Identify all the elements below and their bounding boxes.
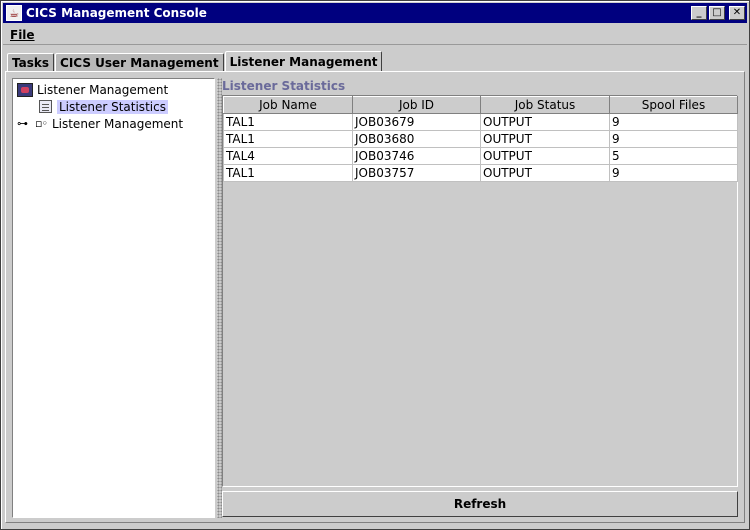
document-icon: [39, 100, 52, 113]
column-header-spool-files[interactable]: Spool Files: [609, 96, 738, 114]
close-icon[interactable]: ✕: [729, 6, 745, 20]
tree-item-listener-management[interactable]: ⊶ ▫◦ Listener Management: [17, 115, 183, 132]
statistics-table-viewport: Job Name Job ID Job Status Spool Files T…: [222, 95, 738, 487]
console-icon: [17, 82, 33, 97]
app-window: ☕ CICS Management Console _ □ ✕ File Tas…: [0, 0, 750, 530]
tree-item-label: Listener Management: [51, 116, 184, 131]
cell-spool-files[interactable]: 9: [609, 113, 738, 131]
refresh-button[interactable]: Refresh: [222, 491, 738, 517]
window-controls: _ □ ✕: [691, 6, 745, 20]
cell-job-status[interactable]: OUTPUT: [480, 130, 610, 148]
column-header-job-status[interactable]: Job Status: [480, 96, 610, 114]
cell-job-id[interactable]: JOB03757: [352, 164, 481, 182]
cell-job-status[interactable]: OUTPUT: [480, 164, 610, 182]
cell-spool-files[interactable]: 9: [609, 164, 738, 182]
maximize-icon[interactable]: □: [709, 6, 725, 20]
table-row[interactable]: TAL1 JOB03757 OUTPUT 9: [223, 164, 738, 182]
cell-spool-files[interactable]: 9: [609, 130, 738, 148]
cell-job-name[interactable]: TAL1: [223, 164, 353, 182]
column-header-job-id[interactable]: Job ID: [352, 96, 481, 114]
section-title: Listener Statistics: [222, 79, 346, 93]
minimize-icon[interactable]: _: [691, 6, 707, 20]
statistics-table: Job Name Job ID Job Status Spool Files T…: [223, 96, 738, 182]
network-node-icon: ▫◦: [35, 117, 48, 130]
navigation-tree[interactable]: Listener Management Listener Statistics …: [12, 78, 215, 518]
cell-job-status[interactable]: OUTPUT: [480, 113, 610, 131]
tree-root-label: Listener Management: [37, 82, 169, 97]
column-header-job-name[interactable]: Job Name: [223, 96, 353, 114]
tree-item-listener-statistics[interactable]: Listener Statistics: [39, 98, 168, 115]
tab-cics-user-management[interactable]: CICS User Management: [55, 53, 224, 72]
tree-item-label: Listener Statistics: [57, 99, 168, 114]
cell-job-id[interactable]: JOB03679: [352, 113, 481, 131]
tree-root[interactable]: Listener Management: [17, 81, 168, 98]
title-bar[interactable]: ☕ CICS Management Console _ □ ✕: [3, 3, 747, 23]
table-row[interactable]: TAL4 JOB03746 OUTPUT 5: [223, 147, 738, 165]
tab-tasks[interactable]: Tasks: [7, 53, 55, 72]
tab-panel: Listener Management Listener Statistics …: [5, 71, 745, 523]
cell-job-name[interactable]: TAL1: [223, 113, 353, 131]
menu-file[interactable]: File: [10, 28, 35, 42]
tab-listener-management[interactable]: Listener Management: [224, 51, 383, 72]
table-row[interactable]: TAL1 JOB03680 OUTPUT 9: [223, 130, 738, 148]
expand-handle-icon[interactable]: ⊶: [17, 117, 31, 130]
cell-job-name[interactable]: TAL4: [223, 147, 353, 165]
table-header-row: Job Name Job ID Job Status Spool Files: [223, 96, 738, 114]
menu-bar: File: [3, 25, 747, 45]
cell-job-id[interactable]: JOB03746: [352, 147, 481, 165]
cell-job-name[interactable]: TAL1: [223, 130, 353, 148]
cell-spool-files[interactable]: 5: [609, 147, 738, 165]
window-title: CICS Management Console: [26, 6, 207, 20]
statistics-pane: Listener Statistics Job Name Job ID Job …: [222, 78, 740, 518]
cell-job-status[interactable]: OUTPUT: [480, 147, 610, 165]
cell-job-id[interactable]: JOB03680: [352, 130, 481, 148]
tab-strip: Tasks CICS User Management Listener Mana…: [7, 51, 383, 72]
table-row[interactable]: TAL1 JOB03679 OUTPUT 9: [223, 113, 738, 131]
coffee-cup-icon[interactable]: ☕: [6, 5, 22, 21]
